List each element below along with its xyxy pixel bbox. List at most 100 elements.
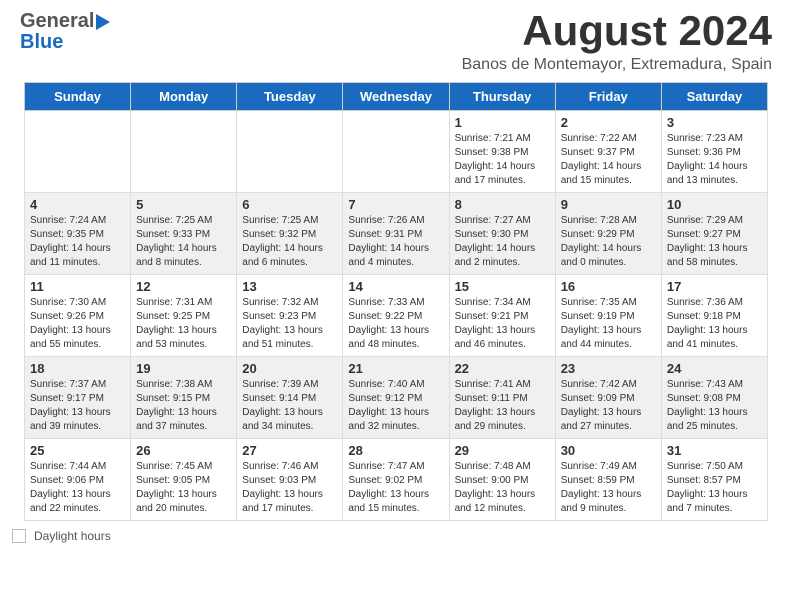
calendar-cell: 3Sunrise: 7:23 AM Sunset: 9:36 PM Daylig… bbox=[661, 111, 767, 193]
cell-info: Sunrise: 7:49 AM Sunset: 8:59 PM Dayligh… bbox=[561, 460, 656, 516]
cell-info: Sunrise: 7:28 AM Sunset: 9:29 PM Dayligh… bbox=[561, 214, 656, 270]
date-number: 8 bbox=[455, 197, 550, 212]
cell-info: Sunrise: 7:34 AM Sunset: 9:21 PM Dayligh… bbox=[455, 296, 550, 352]
cell-info: Sunrise: 7:25 AM Sunset: 9:32 PM Dayligh… bbox=[242, 214, 337, 270]
cell-info: Sunrise: 7:43 AM Sunset: 9:08 PM Dayligh… bbox=[667, 378, 762, 434]
date-number: 5 bbox=[136, 197, 231, 212]
calendar-cell bbox=[131, 111, 237, 193]
calendar-cell: 2Sunrise: 7:22 AM Sunset: 9:37 PM Daylig… bbox=[555, 111, 661, 193]
calendar-header-row: SundayMondayTuesdayWednesdayThursdayFrid… bbox=[25, 83, 768, 111]
cell-info: Sunrise: 7:32 AM Sunset: 9:23 PM Dayligh… bbox=[242, 296, 337, 352]
cell-info: Sunrise: 7:31 AM Sunset: 9:25 PM Dayligh… bbox=[136, 296, 231, 352]
logo-arrow-icon bbox=[96, 12, 114, 32]
cell-info: Sunrise: 7:39 AM Sunset: 9:14 PM Dayligh… bbox=[242, 378, 337, 434]
cell-info: Sunrise: 7:30 AM Sunset: 9:26 PM Dayligh… bbox=[30, 296, 125, 352]
date-number: 1 bbox=[455, 115, 550, 130]
day-header-tuesday: Tuesday bbox=[237, 83, 343, 111]
calendar-cell: 28Sunrise: 7:47 AM Sunset: 9:02 PM Dayli… bbox=[343, 439, 449, 521]
calendar-table: SundayMondayTuesdayWednesdayThursdayFrid… bbox=[24, 82, 768, 521]
calendar-cell: 23 Sunrise: 7:42 AM Sunset: 9:09 PM Dayli… bbox=[555, 357, 661, 439]
daylight-label: Daylight hours bbox=[34, 529, 111, 543]
day-header-friday: Friday bbox=[555, 83, 661, 111]
day-header-thursday: Thursday bbox=[449, 83, 555, 111]
calendar-footer: Daylight hours bbox=[0, 521, 792, 551]
date-number: 18 bbox=[30, 361, 125, 376]
calendar-week-4: 18 Sunrise: 7:37 AM Sunset: 9:17 PM Dayli… bbox=[25, 357, 768, 439]
calendar-cell: 26Sunrise: 7:45 AM Sunset: 9:05 PM Dayli… bbox=[131, 439, 237, 521]
date-number: 30 bbox=[561, 443, 656, 458]
day-header-saturday: Saturday bbox=[661, 83, 767, 111]
date-number: 27 bbox=[242, 443, 337, 458]
calendar-cell: 8 Sunrise: 7:27 AM Sunset: 9:30 PM Daylig… bbox=[449, 193, 555, 275]
location-subtitle: Banos de Montemayor, Extremadura, Spain bbox=[462, 56, 772, 74]
calendar-week-2: 4Sunrise: 7:24 AM Sunset: 9:35 PM Daylig… bbox=[25, 193, 768, 275]
calendar-cell: 27 Sunrise: 7:46 AM Sunset: 9:03 PM Dayli… bbox=[237, 439, 343, 521]
calendar-week-5: 25 Sunrise: 7:44 AM Sunset: 9:06 PM Dayli… bbox=[25, 439, 768, 521]
cell-info: Sunrise: 7:27 AM Sunset: 9:30 PM Dayligh… bbox=[455, 214, 550, 270]
date-number: 25 bbox=[30, 443, 125, 458]
date-number: 22 bbox=[455, 361, 550, 376]
date-number: 10 bbox=[667, 197, 762, 212]
page-header: General Blue August 2024 Banos de Montem… bbox=[0, 0, 792, 82]
cell-info: Sunrise: 7:37 AM Sunset: 9:17 PM Dayligh… bbox=[30, 378, 125, 434]
logo-general-text: General bbox=[20, 10, 94, 33]
date-number: 31 bbox=[667, 443, 762, 458]
calendar-cell: 22 Sunrise: 7:41 AM Sunset: 9:11 PM Dayli… bbox=[449, 357, 555, 439]
calendar-cell: 21 Sunrise: 7:40 AM Sunset: 9:12 PM Dayli… bbox=[343, 357, 449, 439]
logo-wordmark: General Blue bbox=[20, 10, 114, 54]
calendar-week-3: 11 Sunrise: 7:30 AM Sunset: 9:26 PM Dayli… bbox=[25, 275, 768, 357]
calendar-cell: 31Sunrise: 7:50 AM Sunset: 8:57 PM Dayli… bbox=[661, 439, 767, 521]
date-number: 20 bbox=[242, 361, 337, 376]
date-number: 11 bbox=[30, 279, 125, 294]
calendar-cell: 6 Sunrise: 7:25 AM Sunset: 9:32 PM Daylig… bbox=[237, 193, 343, 275]
title-block: August 2024 Banos de Montemayor, Extrema… bbox=[462, 10, 772, 74]
cell-info: Sunrise: 7:24 AM Sunset: 9:35 PM Dayligh… bbox=[30, 214, 125, 270]
date-number: 12 bbox=[136, 279, 231, 294]
date-number: 17 bbox=[667, 279, 762, 294]
month-title: August 2024 bbox=[462, 10, 772, 52]
cell-info: Sunrise: 7:22 AM Sunset: 9:37 PM Dayligh… bbox=[561, 132, 656, 188]
calendar-cell: 16 Sunrise: 7:35 AM Sunset: 9:19 PM Dayli… bbox=[555, 275, 661, 357]
date-number: 24 bbox=[667, 361, 762, 376]
calendar-cell: 11 Sunrise: 7:30 AM Sunset: 9:26 PM Dayli… bbox=[25, 275, 131, 357]
calendar-cell: 25 Sunrise: 7:44 AM Sunset: 9:06 PM Dayli… bbox=[25, 439, 131, 521]
calendar-cell bbox=[343, 111, 449, 193]
calendar-cell: 14 Sunrise: 7:33 AM Sunset: 9:22 PM Dayli… bbox=[343, 275, 449, 357]
daylight-box-icon bbox=[12, 529, 26, 543]
cell-info: Sunrise: 7:41 AM Sunset: 9:11 PM Dayligh… bbox=[455, 378, 550, 434]
date-number: 23 bbox=[561, 361, 656, 376]
day-header-monday: Monday bbox=[131, 83, 237, 111]
calendar-cell: 5 Sunrise: 7:25 AM Sunset: 9:33 PM Daylig… bbox=[131, 193, 237, 275]
calendar-cell: 19 Sunrise: 7:38 AM Sunset: 9:15 PM Dayli… bbox=[131, 357, 237, 439]
date-number: 3 bbox=[667, 115, 762, 130]
date-number: 16 bbox=[561, 279, 656, 294]
date-number: 28 bbox=[348, 443, 443, 458]
cell-info: Sunrise: 7:48 AM Sunset: 9:00 PM Dayligh… bbox=[455, 460, 550, 516]
calendar-cell: 10 Sunrise: 7:29 AM Sunset: 9:27 PM Dayli… bbox=[661, 193, 767, 275]
day-header-wednesday: Wednesday bbox=[343, 83, 449, 111]
cell-info: Sunrise: 7:21 AM Sunset: 9:38 PM Dayligh… bbox=[455, 132, 550, 188]
cell-info: Sunrise: 7:40 AM Sunset: 9:12 PM Dayligh… bbox=[348, 378, 443, 434]
date-number: 7 bbox=[348, 197, 443, 212]
cell-info: Sunrise: 7:35 AM Sunset: 9:19 PM Dayligh… bbox=[561, 296, 656, 352]
date-number: 21 bbox=[348, 361, 443, 376]
calendar-cell: 4Sunrise: 7:24 AM Sunset: 9:35 PM Daylig… bbox=[25, 193, 131, 275]
cell-info: Sunrise: 7:38 AM Sunset: 9:15 PM Dayligh… bbox=[136, 378, 231, 434]
cell-info: Sunrise: 7:33 AM Sunset: 9:22 PM Dayligh… bbox=[348, 296, 443, 352]
calendar-cell: 15 Sunrise: 7:34 AM Sunset: 9:21 PM Dayli… bbox=[449, 275, 555, 357]
cell-info: Sunrise: 7:44 AM Sunset: 9:06 PM Dayligh… bbox=[30, 460, 125, 516]
date-number: 14 bbox=[348, 279, 443, 294]
day-header-sunday: Sunday bbox=[25, 83, 131, 111]
date-number: 29 bbox=[455, 443, 550, 458]
cell-info: Sunrise: 7:42 AM Sunset: 9:09 PM Dayligh… bbox=[561, 378, 656, 434]
cell-info: Sunrise: 7:29 AM Sunset: 9:27 PM Dayligh… bbox=[667, 214, 762, 270]
calendar-cell: 13Sunrise: 7:32 AM Sunset: 9:23 PM Dayli… bbox=[237, 275, 343, 357]
date-number: 19 bbox=[136, 361, 231, 376]
calendar-cell: 29 Sunrise: 7:48 AM Sunset: 9:00 PM Dayli… bbox=[449, 439, 555, 521]
calendar-cell: 12 Sunrise: 7:31 AM Sunset: 9:25 PM Dayli… bbox=[131, 275, 237, 357]
cell-info: Sunrise: 7:36 AM Sunset: 9:18 PM Dayligh… bbox=[667, 296, 762, 352]
cell-info: Sunrise: 7:46 AM Sunset: 9:03 PM Dayligh… bbox=[242, 460, 337, 516]
date-number: 15 bbox=[455, 279, 550, 294]
date-number: 6 bbox=[242, 197, 337, 212]
cell-info: Sunrise: 7:25 AM Sunset: 9:33 PM Dayligh… bbox=[136, 214, 231, 270]
